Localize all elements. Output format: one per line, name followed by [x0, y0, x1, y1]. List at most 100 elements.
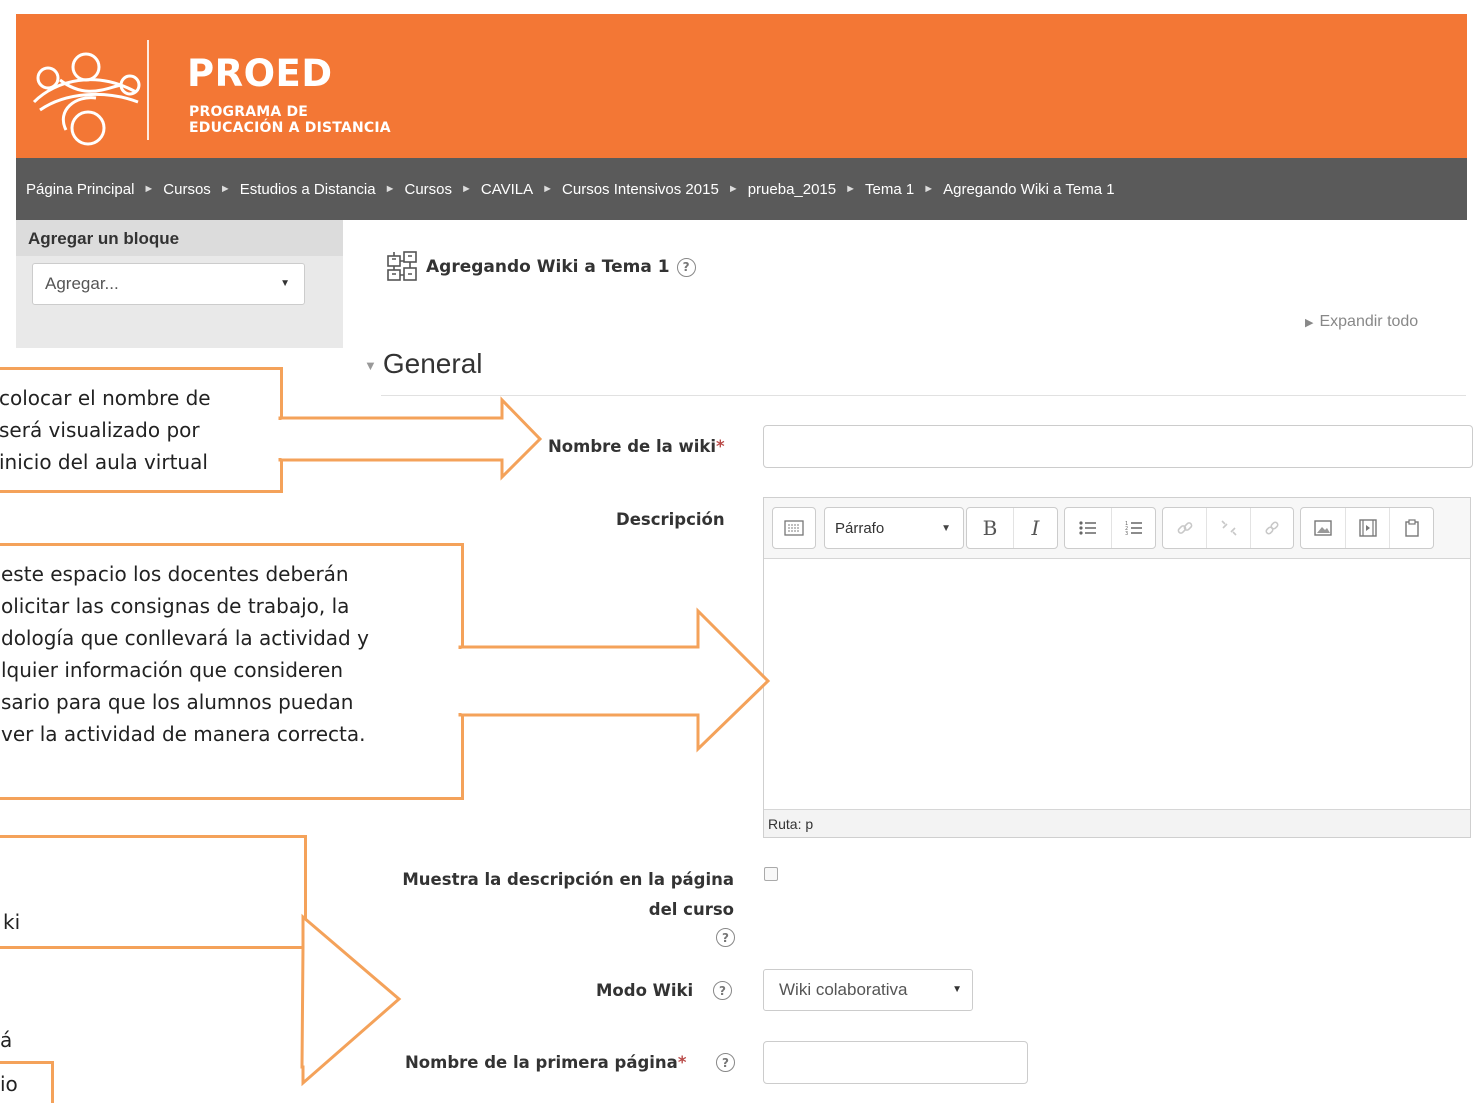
breadcrumb-current: Agregando Wiki a Tema 1 [943, 180, 1115, 198]
block-title: Agregar un bloque [28, 229, 180, 248]
breadcrumb-separator: ► [143, 183, 155, 195]
keyboard-toggle-icon[interactable] [773, 508, 815, 548]
first-page-label: Nombre de la primera página* [405, 1053, 686, 1072]
anchor-icon[interactable] [1249, 508, 1293, 548]
annotation-text: sario para que los alumnos puedan [1, 690, 354, 714]
toolbar-group-media [1300, 507, 1434, 549]
annotation-text: este espacio los docentes deberán [1, 562, 349, 586]
section-general-title: General [382, 348, 483, 379]
page-heading: Agregando Wiki a Tema 1 ? [386, 250, 696, 284]
wiki-mode-value: Wiki colaborativa [779, 980, 908, 999]
brand-subtitle-line2: EDUCACIÓN A DISTANCIA [189, 120, 391, 136]
expand-triangle-icon: ▶ [1305, 317, 1314, 329]
unlink-icon[interactable] [1206, 508, 1249, 548]
annotation-box-wiki-name: colocar el nombre de será visualizado po… [0, 367, 283, 493]
annotation-text: ki [3, 910, 21, 934]
wiki-mode-label: Modo Wiki [596, 981, 694, 1000]
breadcrumb-item[interactable]: Página Principal [26, 181, 134, 198]
add-block-select[interactable]: Agregar... ▼ [32, 263, 305, 305]
wiki-icon [387, 251, 417, 281]
bold-icon[interactable]: B [967, 508, 1013, 548]
link-icon[interactable] [1163, 508, 1206, 548]
site-header: PROED PROGRAMA DE EDUCACIÓN A DISTANCIA [16, 14, 1467, 158]
wiki-mode-select[interactable]: Wiki colaborativa ▼ [763, 969, 973, 1011]
editor-content-area[interactable] [764, 559, 1470, 809]
media-icon[interactable] [1345, 508, 1389, 548]
show-description-label-line1: Muestra la descripción en la página [402, 870, 734, 889]
chevron-down-icon: ▼ [280, 278, 290, 289]
chevron-down-icon: ▼ [941, 523, 951, 534]
annotation-box-wiki-mode: ki [0, 835, 307, 949]
annotation-text: será visualizado por [0, 418, 200, 442]
required-mark: * [716, 437, 725, 456]
expand-all-link[interactable]: ▶ Expandir todo [1305, 313, 1418, 331]
show-description-label: Muestra la descripción en la página del … [380, 865, 734, 925]
editor-path-bar: Ruta: p [764, 809, 1470, 837]
block-header: Agregar un bloque [16, 220, 343, 256]
breadcrumb-item[interactable]: Tema 1 [865, 181, 914, 198]
show-description-label-line2: del curso [648, 900, 734, 919]
required-mark: * [677, 1053, 687, 1072]
annotation-text: io [0, 1072, 18, 1096]
toolbar-group-toggle [772, 507, 816, 549]
annotation-text: colocar el nombre de [0, 386, 211, 410]
chevron-down-icon: ▼ [952, 984, 962, 995]
help-icon[interactable]: ? [716, 928, 735, 947]
breadcrumb-item[interactable]: Estudios a Distancia [240, 181, 376, 198]
annotation-text: ver la actividad de manera correcta. [1, 722, 366, 746]
breadcrumb: Página Principal ► Cursos ► Estudios a D… [16, 158, 1467, 220]
description-editor: Párrafo ▼ B I 123 Ruta: p [763, 497, 1471, 838]
numbered-list-icon[interactable]: 123 [1111, 508, 1155, 548]
editor-toolbar: Párrafo ▼ B I 123 [764, 498, 1470, 559]
add-block-panel: Agregar un bloque Agregar... ▼ [16, 220, 343, 348]
toolbar-group-lists: 123 [1064, 507, 1156, 549]
description-label: Descripción [616, 510, 725, 529]
help-icon[interactable]: ? [676, 257, 696, 277]
section-general-toggle[interactable]: ▼ General [364, 348, 483, 380]
add-block-select-value: Agregar... [45, 274, 119, 293]
annotation-text-first-page: á io [0, 1025, 18, 1099]
help-icon[interactable]: ? [713, 981, 732, 1000]
first-page-label-text: Nombre de la primera página [405, 1053, 678, 1072]
annotation-text: lquier información que consideren [1, 658, 343, 682]
help-icon[interactable]: ? [716, 1053, 735, 1072]
show-description-checkbox[interactable] [764, 867, 778, 881]
editor-path-text: Ruta: p [768, 816, 814, 832]
proed-logo-icon[interactable] [26, 40, 144, 150]
annotation-text: dología que conllevará la actividad y [1, 626, 369, 650]
logo-divider [147, 40, 149, 140]
breadcrumb-item[interactable]: prueba_2015 [748, 181, 836, 198]
bullet-list-icon[interactable] [1065, 508, 1111, 548]
annotation-arrow [277, 396, 543, 481]
expand-all-label: Expandir todo [1319, 313, 1419, 330]
wiki-name-input[interactable] [763, 425, 1473, 468]
annotation-arrow [300, 913, 402, 1087]
manage-files-icon[interactable] [1389, 508, 1433, 548]
toolbar-group-links [1162, 507, 1294, 549]
paragraph-format-value: Párrafo [835, 519, 885, 537]
wiki-name-label: Nombre de la wiki* [548, 437, 725, 456]
breadcrumb-item[interactable]: CAVILA [481, 181, 533, 198]
paragraph-format-select[interactable]: Párrafo ▼ [825, 508, 963, 548]
breadcrumb-separator: ► [461, 183, 472, 195]
brand-subtitle-line1: PROGRAMA DE [189, 104, 309, 120]
italic-icon[interactable]: I [1013, 508, 1057, 548]
annotation-text: á [0, 1028, 13, 1052]
breadcrumb-item[interactable]: Cursos Intensivos 2015 [562, 181, 719, 198]
page-title: Agregando Wiki a Tema 1 [426, 257, 670, 277]
section-divider [381, 395, 1466, 396]
first-page-input[interactable] [763, 1041, 1028, 1084]
breadcrumb-item[interactable]: Cursos [405, 181, 453, 198]
annotation-text: olicitar las consignas de trabajo, la [1, 594, 350, 618]
image-icon[interactable] [1301, 508, 1345, 548]
annotation-box-description: este espacio los docentes deberán olicit… [0, 543, 464, 800]
annotation-arrow [456, 607, 771, 753]
collapse-triangle-icon: ▼ [364, 358, 377, 374]
toolbar-group-format: Párrafo ▼ [824, 507, 964, 549]
breadcrumb-separator: ► [727, 183, 739, 195]
breadcrumb-item[interactable]: Cursos [163, 181, 211, 198]
svg-text:3: 3 [1125, 531, 1128, 536]
breadcrumb-separator: ► [384, 183, 396, 195]
breadcrumb-separator: ► [923, 183, 935, 195]
breadcrumb-separator: ► [219, 183, 231, 195]
